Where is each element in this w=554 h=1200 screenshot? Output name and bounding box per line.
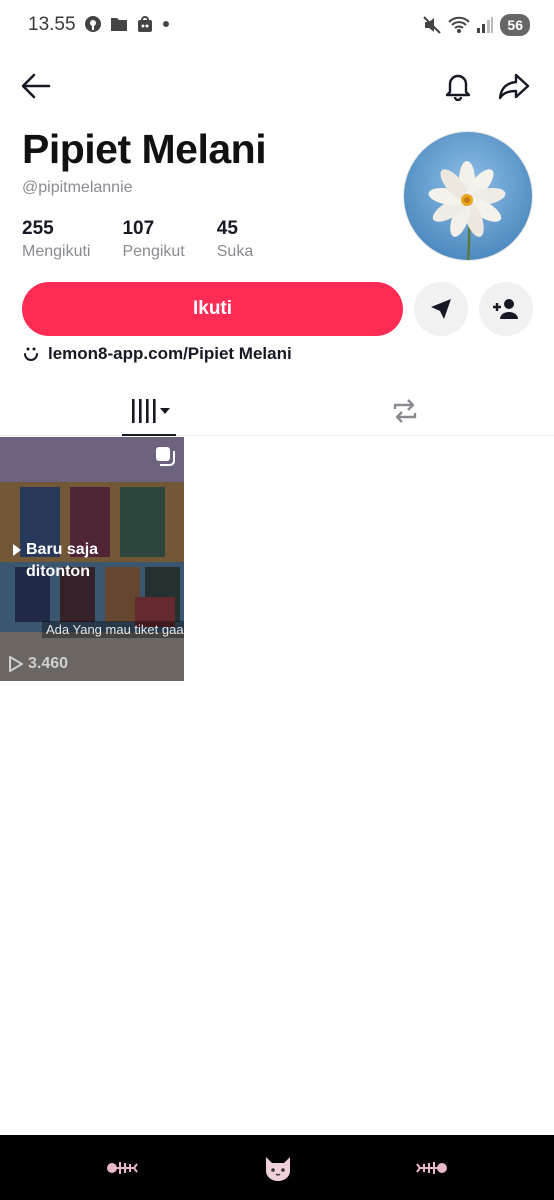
stat-followers-value: 107	[122, 218, 155, 239]
fishbone-icon	[416, 1162, 447, 1174]
send-icon	[431, 299, 451, 319]
fishbone-icon	[107, 1162, 138, 1174]
tab-reposts[interactable]	[266, 386, 543, 436]
top-nav	[0, 62, 554, 110]
video-thumbnail[interactable]: Baru saja ditonton 3.460	[0, 437, 184, 681]
play-count: 3.460	[8, 655, 68, 673]
nav-fishbone-right[interactable]	[416, 1153, 448, 1183]
stat-followers-label: Pengikut	[122, 243, 185, 260]
tab-posts[interactable]	[12, 386, 289, 436]
cat-face-icon	[266, 1157, 290, 1181]
status-bar: 13.55 56	[0, 0, 554, 52]
folder-icon	[111, 18, 127, 31]
profile-stats: 255 Mengikuti 107 Pengikut 45 Suka	[22, 218, 253, 261]
arrow-left-icon	[21, 73, 51, 99]
status-time: 13.55	[28, 14, 76, 35]
multi-image-icon	[156, 447, 175, 466]
add-friend-button[interactable]	[479, 282, 533, 336]
share-arrow-icon	[498, 73, 530, 100]
profile-link[interactable]: lemon8-app.com/Pipiet Melani	[22, 344, 292, 364]
stat-likes[interactable]: 45 Suka	[217, 218, 253, 261]
play-count-value: 3.460	[28, 655, 69, 672]
notification-button[interactable]	[440, 68, 476, 104]
stat-following-value: 255	[22, 218, 54, 239]
grid-bars-icon	[131, 399, 170, 423]
profile-link-text: lemon8-app.com/Pipiet Melani	[48, 344, 292, 363]
message-button[interactable]	[414, 282, 468, 336]
avatar-flower-image	[404, 132, 532, 260]
add-user-icon	[493, 299, 518, 319]
status-notification-icons	[84, 15, 170, 33]
stat-followers[interactable]: 107 Pengikut	[122, 218, 184, 261]
follow-button[interactable]: Ikuti	[22, 282, 403, 336]
stat-likes-label: Suka	[216, 243, 254, 260]
location-icon	[85, 16, 101, 32]
repost-icon	[393, 399, 416, 423]
dot-icon	[163, 21, 169, 27]
nav-cat-home[interactable]	[262, 1153, 294, 1183]
recently-watched-line1: Baru saja	[26, 541, 99, 558]
back-button[interactable]	[18, 68, 54, 104]
profile-name: Pipiet Melani	[22, 126, 267, 172]
tab-active-indicator	[122, 434, 176, 436]
recently-watched-label: Baru saja ditonton	[12, 539, 98, 583]
nav-fishbone-left[interactable]	[106, 1153, 138, 1183]
smile-link-icon	[24, 347, 38, 361]
recently-watched-line2: ditonton	[26, 563, 90, 580]
play-outline-icon	[9, 656, 23, 672]
stat-following[interactable]: 255 Mengikuti	[22, 218, 90, 261]
wifi-icon	[448, 16, 471, 33]
status-system-icons: 56	[422, 14, 530, 36]
mute-icon	[423, 16, 442, 34]
shop-icon	[138, 16, 152, 32]
stat-likes-value: 45	[216, 218, 238, 239]
bell-icon	[445, 74, 471, 101]
content-tabs	[0, 386, 554, 436]
play-small-icon	[13, 544, 21, 556]
avatar[interactable]	[403, 131, 533, 261]
signal-icon	[477, 17, 494, 33]
stat-following-label: Mengikuti	[22, 243, 91, 260]
profile-handle: @pipitmelannie	[22, 179, 133, 196]
bottom-nav-bar	[0, 1135, 554, 1200]
video-caption: Ada Yang mau tiket gaa	[42, 621, 184, 638]
share-button[interactable]	[496, 68, 532, 104]
battery-indicator: 56	[500, 14, 530, 36]
